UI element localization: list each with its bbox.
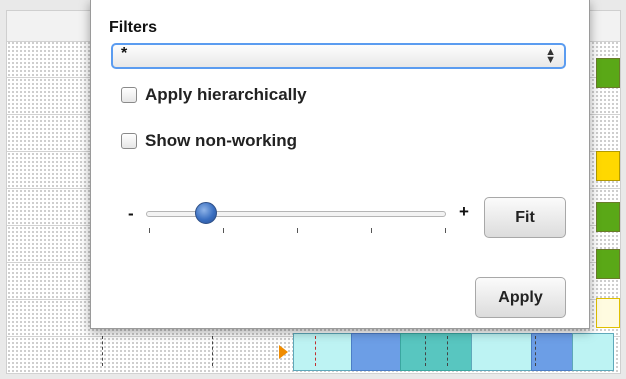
task-chip-yellow[interactable] (596, 151, 620, 181)
show-non-working-option[interactable]: Show non-working (121, 131, 297, 151)
filter-select[interactable]: * ▲ ▼ (111, 43, 566, 69)
zoom-slider-track[interactable] (146, 211, 446, 217)
slider-tick (297, 228, 298, 233)
task-chip-yellow-outline[interactable] (596, 298, 620, 328)
slider-tick (371, 228, 372, 233)
zoom-plus-label: + (459, 202, 469, 221)
select-arrows-icon: ▲ ▼ (545, 46, 556, 66)
gantt-bar[interactable] (400, 333, 472, 371)
divider (102, 336, 103, 366)
apply-button[interactable]: Apply (475, 277, 566, 318)
slider-tick (445, 228, 446, 233)
task-chip-green[interactable] (596, 202, 620, 232)
gantt-bar[interactable] (572, 333, 614, 371)
show-non-working-checkbox[interactable] (121, 133, 137, 149)
fit-button[interactable]: Fit (484, 197, 566, 238)
gantt-bar[interactable] (471, 333, 533, 371)
gantt-bar[interactable] (293, 333, 353, 371)
task-chip-green[interactable] (596, 58, 620, 88)
divider (447, 336, 448, 366)
timeline-marker-icon (279, 345, 288, 359)
gantt-bar[interactable] (351, 333, 401, 371)
apply-hierarchically-checkbox[interactable] (121, 87, 137, 103)
gantt-bar[interactable] (531, 333, 573, 371)
show-non-working-label: Show non-working (145, 131, 298, 150)
filters-popup: Filters * ▲ ▼ Apply hierarchically Show n… (90, 0, 590, 329)
filter-select-value: * (121, 45, 128, 62)
divider (535, 336, 536, 366)
today-line (315, 336, 316, 366)
slider-tick (149, 228, 150, 233)
zoom-slider-thumb[interactable] (195, 202, 217, 224)
apply-hierarchically-label: Apply hierarchically (145, 85, 307, 104)
divider (425, 336, 426, 366)
zoom-minus-label: - (128, 204, 134, 223)
filters-title: Filters (109, 19, 158, 36)
apply-hierarchically-option[interactable]: Apply hierarchically (121, 85, 307, 105)
slider-tick (223, 228, 224, 233)
divider (212, 336, 213, 366)
task-chip-green[interactable] (596, 249, 620, 279)
